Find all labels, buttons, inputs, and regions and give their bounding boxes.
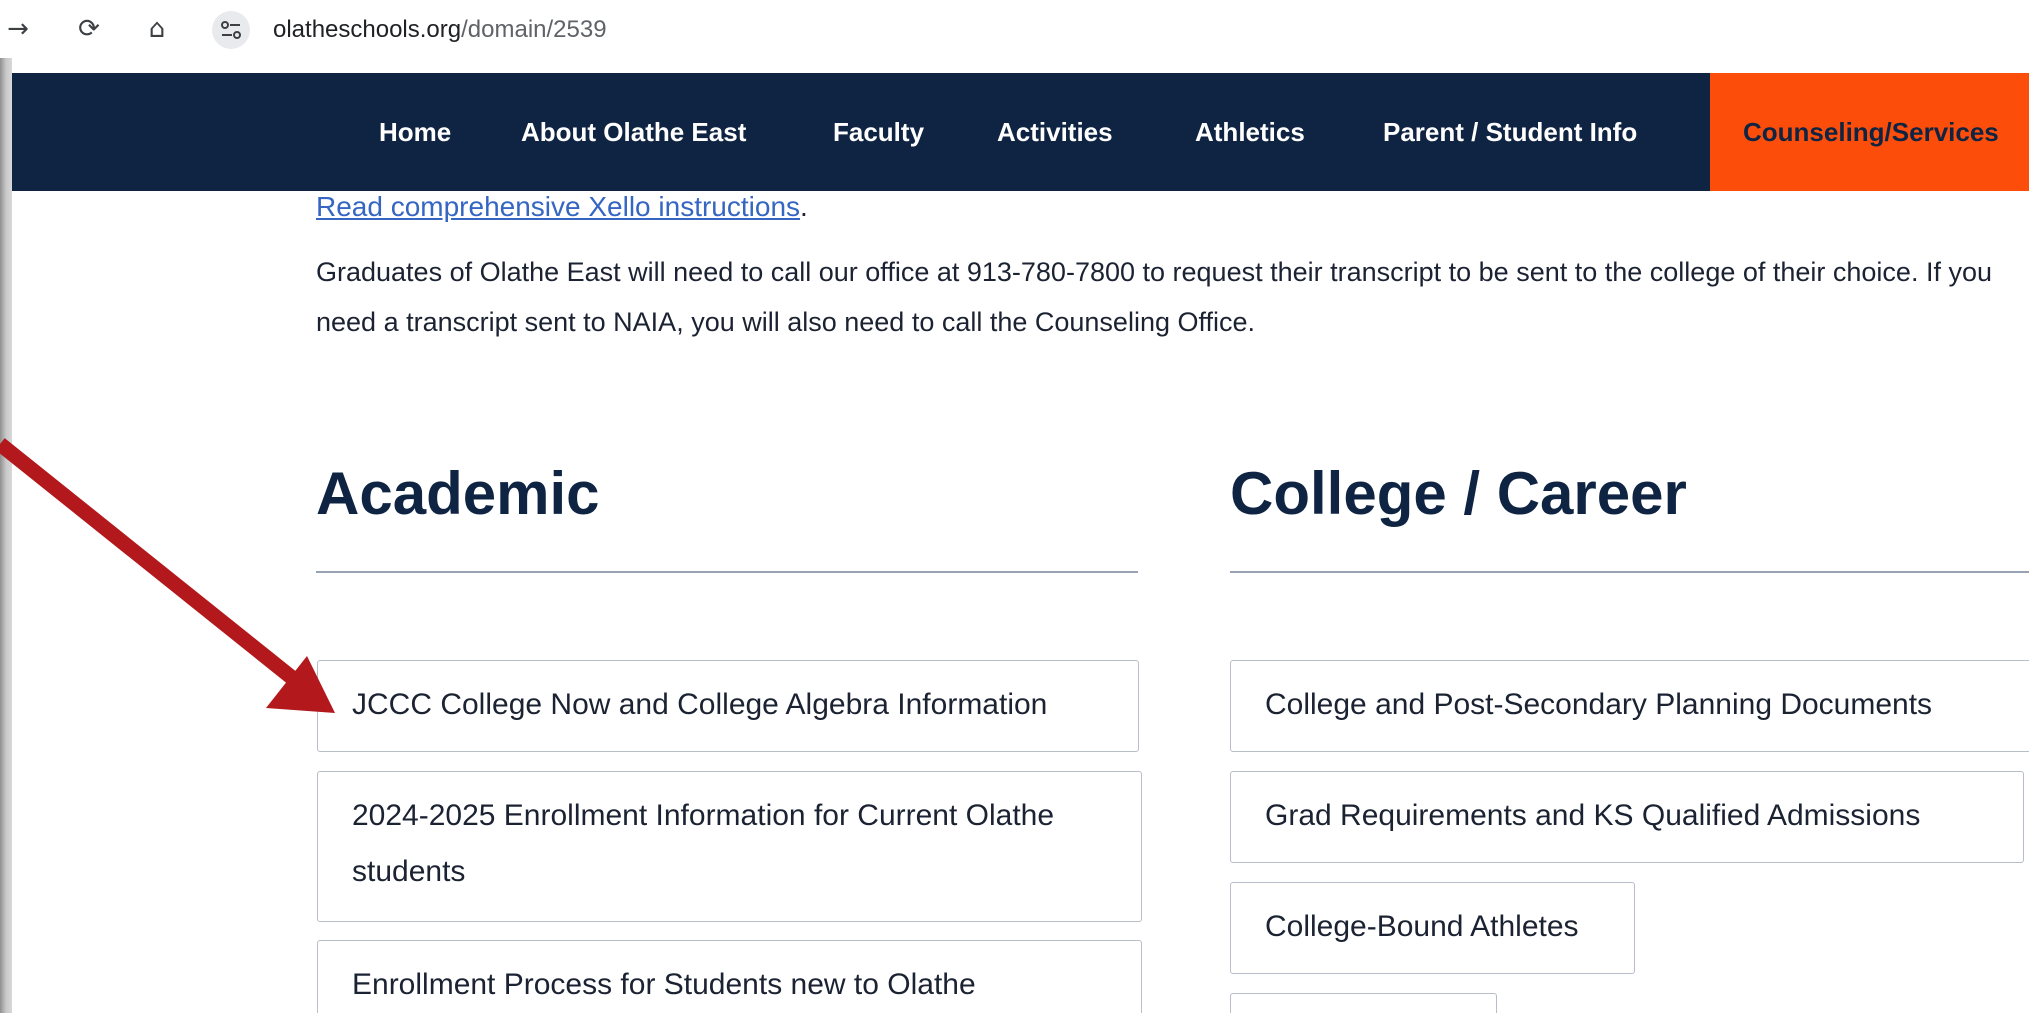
forward-icon[interactable]: → [2,13,34,45]
url-path: /domain/2539 [461,16,607,43]
enrollment-current-students-link[interactable]: 2024-2025 Enrollment Information for Cur… [317,771,1142,922]
academic-heading: Academic [316,460,600,527]
nav-athletics[interactable]: Athletics [1195,73,1305,191]
enrollment-new-students-link[interactable]: Enrollment Process for Students new to O… [317,940,1142,1013]
browser-toolbar: → ⟳ ⌂ olatheschools.org/domain/2539 [0,0,2029,58]
college-career-link-partial[interactable] [1230,993,1497,1013]
nav-about[interactable]: About Olathe East [521,73,746,191]
address-bar[interactable]: olatheschools.org/domain/2539 [273,15,607,45]
xello-period: . [800,191,808,222]
nav-counseling-services[interactable]: Counseling/Services [1710,73,2029,191]
post-secondary-planning-link[interactable]: College and Post-Secondary Planning Docu… [1230,660,2029,752]
nav-parent-student-info[interactable]: Parent / Student Info [1383,73,1637,191]
transcript-paragraph: Graduates of Olathe East will need to ca… [316,257,1992,337]
college-career-heading: College / Career [1230,460,1687,527]
url-domain: olatheschools.org [273,16,462,43]
jccc-college-now-link[interactable]: JCCC College Now and College Algebra Inf… [317,660,1139,752]
xello-line: Read comprehensive Xello instructions. [316,186,808,228]
college-bound-athletes-link[interactable]: College-Bound Athletes [1230,882,1635,974]
academic-divider [316,571,1138,573]
main-navigation: Home About Olathe East Faculty Activitie… [12,73,2029,191]
grad-requirements-link[interactable]: Grad Requirements and KS Qualified Admis… [1230,771,2024,863]
web-page: Home About Olathe East Faculty Activitie… [12,58,2029,1013]
nav-home[interactable]: Home [379,73,451,191]
reload-icon[interactable]: ⟳ [73,13,105,45]
xello-instructions-link[interactable]: Read comprehensive Xello instructions [316,191,800,222]
site-info-icon[interactable] [212,11,250,49]
nav-faculty[interactable]: Faculty [833,73,924,191]
home-icon[interactable]: ⌂ [141,13,173,45]
nav-activities[interactable]: Activities [997,73,1113,191]
college-career-divider [1230,571,2029,573]
